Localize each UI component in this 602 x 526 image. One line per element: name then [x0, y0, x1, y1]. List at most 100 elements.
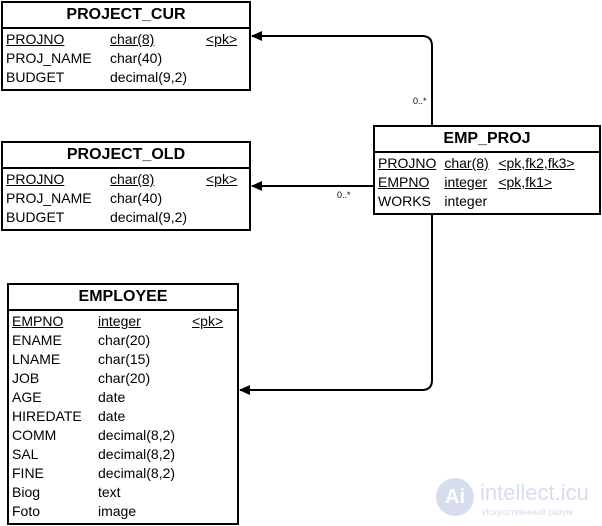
arrowhead-project-cur: [251, 31, 262, 41]
attribute-type: integer: [444, 174, 488, 190]
attribute-type: decimal(9,2): [110, 69, 188, 85]
attribute-type: decimal(8,2): [98, 446, 176, 462]
attribute-key: [192, 369, 231, 388]
attribute-row: JOB char(20): [12, 369, 231, 388]
attribute-type: char(20): [98, 332, 151, 348]
watermark-subtext: Искусственный разум: [482, 507, 573, 517]
attribute-name: FINE: [12, 465, 44, 481]
relation-emp-proj-to-project-cur: [252, 35, 433, 126]
entity-project-old[interactable]: PROJECT_OLD PROJNO char(8) <pk> PROJ_NAME cha…: [1, 141, 251, 231]
attribute-row: BUDGET decimal(9,2): [6, 208, 245, 227]
attribute-name: HIREDATE: [12, 408, 82, 424]
watermark-logo: Ai: [436, 478, 474, 516]
multiplicity-label: 0..*: [413, 96, 427, 106]
attribute-type: date: [98, 408, 126, 424]
attribute-type: char(8): [444, 155, 489, 171]
multiplicity-label: 0..*: [337, 190, 351, 200]
attribute-table: PROJNO char(8) <pk> PROJ_NAME char(40) BUDGET…: [6, 30, 245, 87]
attribute-row: PROJ_NAME char(40): [6, 49, 245, 68]
attribute-table: PROJNO char(8) <pk,fk2,fk3> EMPNO integer <pk…: [378, 154, 583, 211]
entity-title: EMP_PROJ: [375, 127, 599, 153]
attribute-key: [206, 68, 245, 87]
attribute-type: char(8): [110, 31, 155, 47]
attribute-key: [192, 502, 231, 521]
attribute-key: <pk>: [192, 313, 224, 329]
attribute-type: decimal(8,2): [98, 465, 176, 481]
attribute-type: char(40): [110, 190, 163, 206]
attribute-key: [206, 49, 245, 68]
attribute-name: PROJNO: [6, 171, 65, 187]
attribute-name: BUDGET: [6, 209, 65, 225]
attribute-key: [192, 388, 231, 407]
attribute-type: decimal(9,2): [110, 209, 188, 225]
attribute-type: decimal(8,2): [98, 427, 176, 443]
attribute-name: PROJ_NAME: [6, 50, 92, 66]
attribute-name: Biog: [12, 484, 41, 500]
attribute-row: PROJNO char(8) <pk>: [6, 170, 245, 189]
attribute-key: [192, 445, 231, 464]
attribute-name: AGE: [12, 389, 42, 405]
attribute-name: PROJNO: [6, 31, 65, 47]
attribute-row: Foto image: [12, 502, 231, 521]
attribute-type: char(20): [98, 370, 151, 386]
attribute-name: SAL: [12, 446, 39, 462]
attribute-key: [206, 208, 245, 227]
relation-emp-proj-to-employee: [240, 215, 433, 391]
attribute-name: EMPNO: [378, 174, 430, 190]
entity-employee[interactable]: EMPLOYEE EMPNO integer <pk> ENAME char(20) LNA…: [7, 283, 239, 525]
attribute-row: FINE decimal(8,2): [12, 464, 231, 483]
attribute-row: SAL decimal(8,2): [12, 445, 231, 464]
entity-emp-proj[interactable]: EMP_PROJ PROJNO char(8) <pk,fk2,fk3> EMPNO in…: [373, 125, 601, 215]
attribute-table: PROJNO char(8) <pk> PROJ_NAME char(40) BUDGET…: [6, 170, 245, 227]
attribute-key: <pk,fk2,fk3>: [498, 155, 575, 171]
attribute-type: char(15): [98, 351, 151, 367]
attribute-name: EMPNO: [12, 313, 64, 329]
attribute-row: PROJNO char(8) <pk,fk2,fk3>: [378, 154, 583, 173]
attribute-type: text: [98, 484, 121, 500]
arrowhead-employee: [239, 385, 250, 395]
attribute-row: EMPNO integer <pk>: [12, 312, 231, 331]
attribute-type: char(8): [110, 171, 155, 187]
attribute-type: integer: [98, 313, 141, 329]
attribute-row: COMM decimal(8,2): [12, 426, 231, 445]
attribute-row: BUDGET decimal(9,2): [6, 68, 245, 87]
attribute-row: EMPNO integer <pk,fk1>: [378, 173, 583, 192]
attribute-row: WORKS integer: [378, 192, 583, 211]
attribute-name: WORKS: [378, 193, 431, 209]
attribute-row: PROJ_NAME char(40): [6, 189, 245, 208]
attribute-row: AGE date: [12, 388, 231, 407]
attribute-key: [206, 189, 245, 208]
entity-title: EMPLOYEE: [9, 285, 237, 311]
attribute-name: LNAME: [12, 351, 61, 367]
attribute-type: integer: [444, 193, 488, 209]
attribute-row: LNAME char(15): [12, 350, 231, 369]
attribute-type: date: [98, 389, 126, 405]
attribute-key: [192, 350, 231, 369]
attribute-key: <pk>: [206, 31, 238, 47]
attribute-key: <pk,fk1>: [498, 174, 553, 190]
attribute-key: [192, 331, 231, 350]
attribute-key: [192, 464, 231, 483]
arrowhead-project-old: [251, 181, 262, 191]
entity-project-cur[interactable]: PROJECT_CUR PROJNO char(8) <pk> PROJ_NAME cha…: [1, 1, 251, 91]
attribute-name: PROJ_NAME: [6, 190, 92, 206]
attribute-table: EMPNO integer <pk> ENAME char(20) LNAME char(1…: [12, 312, 231, 521]
entity-title: PROJECT_OLD: [3, 143, 249, 169]
attribute-name: COMM: [12, 427, 57, 443]
attribute-key: [192, 407, 231, 426]
attribute-name: Foto: [12, 503, 41, 519]
attribute-name: BUDGET: [6, 69, 65, 85]
attribute-type: image: [98, 503, 137, 519]
attribute-row: HIREDATE date: [12, 407, 231, 426]
attribute-key: [192, 483, 231, 502]
attribute-name: JOB: [12, 370, 40, 386]
attribute-name: PROJNO: [378, 155, 437, 171]
attribute-name: ENAME: [12, 332, 62, 348]
attribute-key: [498, 192, 582, 211]
attribute-row: PROJNO char(8) <pk>: [6, 30, 245, 49]
watermark-text: intellect.icu: [480, 480, 589, 505]
entity-title: PROJECT_CUR: [3, 3, 249, 29]
attribute-row: Biog text: [12, 483, 231, 502]
attribute-key: <pk>: [206, 171, 238, 187]
attribute-row: ENAME char(20): [12, 331, 231, 350]
